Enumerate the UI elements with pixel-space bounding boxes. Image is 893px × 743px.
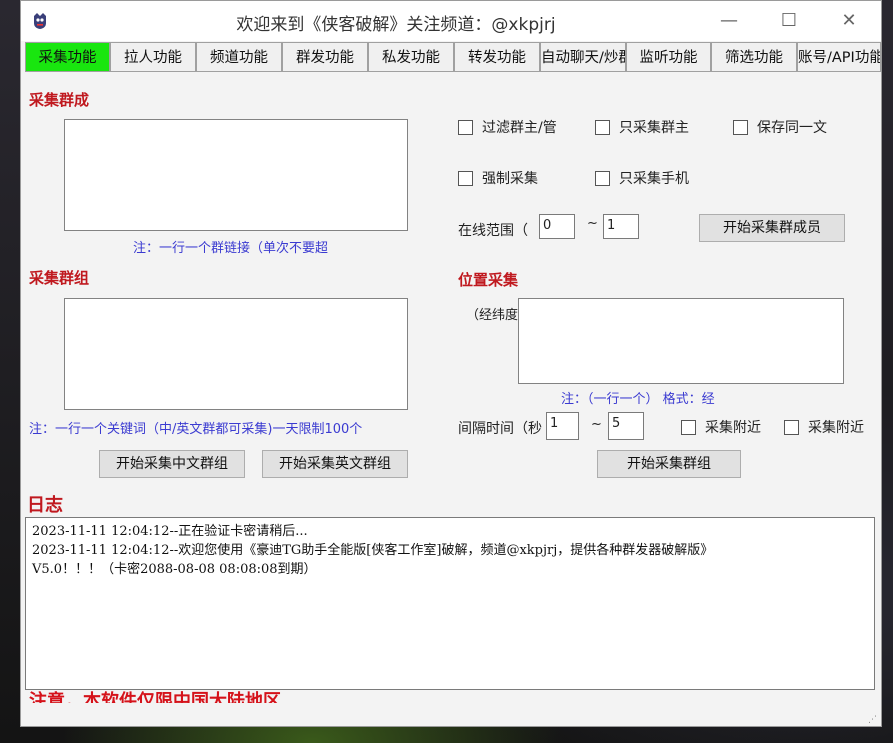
tab-collect[interactable]: 采集功能: [25, 42, 110, 72]
start-collect-members-button[interactable]: 开始采集群成员: [699, 214, 845, 242]
checkbox-icon: [681, 420, 696, 435]
only-phone-label: 只采集手机: [619, 171, 689, 187]
save-same-file-label: 保存同一文: [757, 120, 827, 136]
log-title: 日志: [27, 495, 63, 516]
tab-forward[interactable]: 转发功能: [454, 42, 540, 72]
group-links-note: 注：一行一个群链接（单次不要超: [133, 241, 329, 256]
collect-groups-title: 采集群组: [29, 269, 90, 287]
tab-filter[interactable]: 筛选功能: [711, 42, 797, 72]
log-output[interactable]: 2023-11-11 12:04:12--正在验证卡密请稍后... 2023-1…: [25, 517, 875, 690]
app-window: 欢迎来到《侠客破解》关注频道：@xkpjrj — ☐ ✕ 采集功能 拉人功能 频…: [20, 0, 882, 727]
resize-grip-icon[interactable]: ⋰: [868, 715, 877, 725]
coords-textarea[interactable]: [518, 298, 844, 384]
collect-panel: 采集群成 注：一行一个群链接（单次不要超 过滤群主/管 只采集群主 保存同一文 …: [21, 75, 881, 726]
keywords-textarea[interactable]: [64, 298, 408, 410]
save-same-file-checkbox[interactable]: 保存同一文: [733, 117, 833, 137]
online-range-from-input[interactable]: 0: [539, 214, 575, 239]
force-collect-label: 强制采集: [482, 171, 538, 187]
collect-nearby-label-2: 采集附近: [808, 420, 864, 436]
interval-label: 间隔时间（秒: [458, 421, 542, 437]
tab-account-api[interactable]: 账号/API功能: [797, 42, 881, 72]
tab-monitor[interactable]: 监听功能: [626, 42, 711, 72]
location-collect-title: 位置采集: [458, 271, 519, 289]
collect-nearby-checkbox-1[interactable]: 采集附近: [681, 417, 761, 437]
coords-label: （经纬度: [466, 308, 518, 323]
checkbox-icon: [784, 420, 799, 435]
checkbox-icon: [595, 171, 610, 186]
collect-nearby-checkbox-2[interactable]: 采集附近: [784, 417, 864, 437]
online-range-label: 在线范围（: [458, 223, 528, 239]
keywords-note: 注：一行一个关键词（中/英文群都可采集)一天限制100个: [29, 422, 363, 437]
collect-nearby-label-1: 采集附近: [705, 420, 761, 436]
tab-private-send[interactable]: 私发功能: [368, 42, 454, 72]
checkbox-icon: [733, 120, 748, 135]
close-button[interactable]: ✕: [827, 7, 871, 35]
group-links-textarea[interactable]: [64, 119, 408, 231]
tab-auto-chat[interactable]: 自动聊天/炒群: [540, 42, 626, 72]
tab-channel[interactable]: 频道功能: [196, 42, 282, 72]
title-bar: 欢迎来到《侠客破解》关注频道：@xkpjrj — ☐ ✕: [21, 1, 881, 41]
start-collect-groups-location-button[interactable]: 开始采集群组: [597, 450, 741, 478]
tab-group-send[interactable]: 群发功能: [282, 42, 368, 72]
checkbox-icon: [595, 120, 610, 135]
range-separator: ~: [587, 216, 598, 231]
checkbox-icon: [458, 171, 473, 186]
tab-bar: 采集功能 拉人功能 频道功能 群发功能 私发功能 转发功能 自动聊天/炒群 监听…: [25, 42, 881, 74]
window-title: 欢迎来到《侠客破解》关注频道：@xkpjrj: [236, 15, 556, 35]
start-collect-chinese-groups-button[interactable]: 开始采集中文群组: [99, 450, 245, 478]
region-warning: 注意，本软件仅限中国大陆地区: [29, 691, 281, 703]
log-line: V5.0！！！（卡密2088-08-08 08:08:08到期）: [32, 562, 317, 577]
filter-owner-checkbox[interactable]: 过滤群主/管: [458, 117, 564, 137]
interval-to-input[interactable]: 5: [608, 412, 644, 440]
log-line: 2023-11-11 12:04:12--正在验证卡密请稍后...: [32, 524, 308, 539]
collect-members-title: 采集群成: [29, 91, 90, 109]
interval-separator: ~: [591, 417, 602, 432]
online-range-to-input[interactable]: 1: [603, 214, 639, 239]
interval-from-input[interactable]: 1: [546, 412, 579, 440]
checkbox-icon: [458, 120, 473, 135]
tab-invite[interactable]: 拉人功能: [110, 42, 196, 72]
start-collect-english-groups-button[interactable]: 开始采集英文群组: [262, 450, 408, 478]
only-owner-label: 只采集群主: [619, 120, 689, 136]
only-phone-checkbox[interactable]: 只采集手机: [595, 168, 691, 188]
filter-owner-label: 过滤群主/管: [482, 120, 557, 136]
force-collect-checkbox[interactable]: 强制采集: [458, 168, 554, 188]
coords-note: 注：（一行一个） 格式：经: [561, 392, 715, 407]
maximize-button[interactable]: ☐: [767, 7, 811, 35]
minimize-button[interactable]: —: [707, 7, 751, 35]
only-owner-checkbox[interactable]: 只采集群主: [595, 117, 695, 137]
log-line: 2023-11-11 12:04:12--欢迎您使用《豪迪TG助手全能版[侠客工…: [32, 543, 714, 558]
